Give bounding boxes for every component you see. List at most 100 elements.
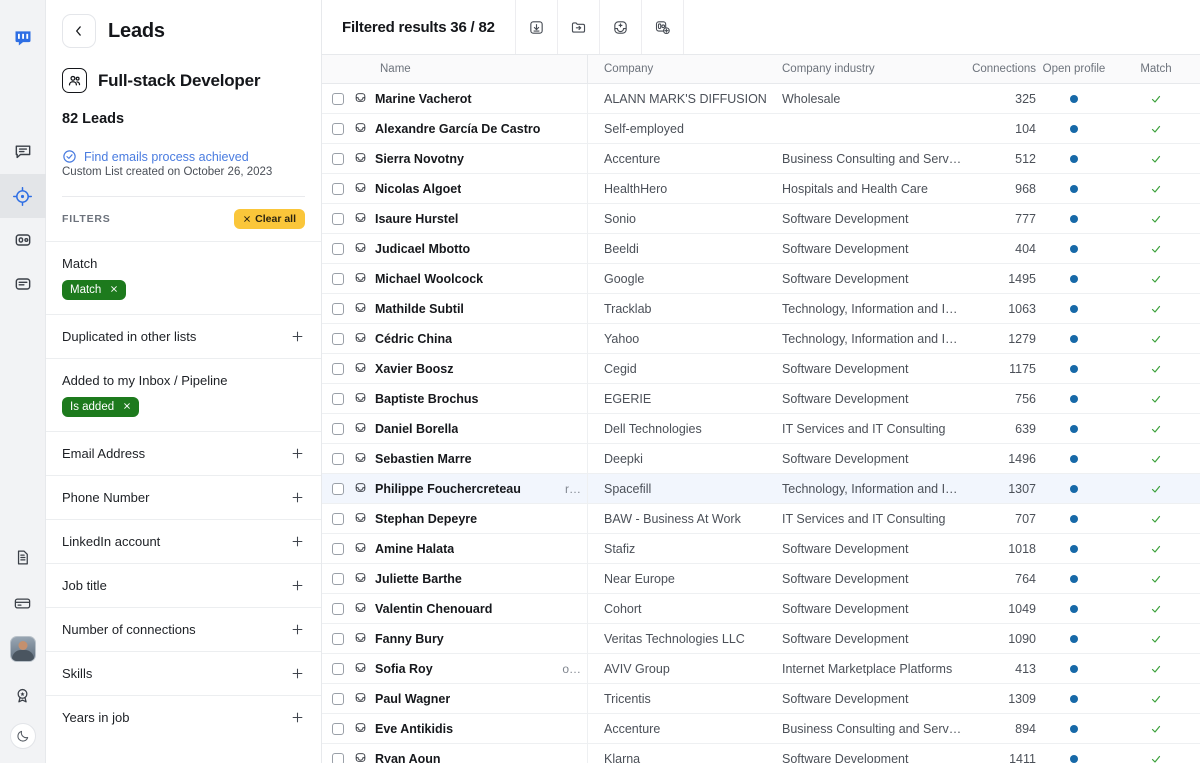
add-to-inbox-button[interactable] (599, 0, 642, 54)
table-row[interactable]: Xavier Boosz Cegid Software Development 117… (322, 353, 1200, 384)
status-row[interactable]: Find emails process achieved (62, 149, 305, 164)
row-checkbox[interactable] (332, 632, 344, 645)
row-checkbox-cell[interactable] (322, 744, 354, 763)
row-checkbox[interactable] (332, 272, 344, 285)
table-row[interactable]: Paul Wagner Tricentis Software Development… (322, 683, 1200, 714)
row-checkbox-cell[interactable] (322, 684, 354, 714)
cell-open-profile[interactable] (1036, 444, 1112, 474)
row-checkbox-cell[interactable] (322, 204, 354, 234)
table-row[interactable]: Alexandre García De Castro Self-employed 1… (322, 113, 1200, 144)
cell-open-profile[interactable] (1036, 204, 1112, 234)
table-row[interactable]: Sierra Novotny Accenture Business Consulti… (322, 143, 1200, 174)
open-profile-dot[interactable] (1070, 454, 1078, 463)
row-checkbox[interactable] (332, 452, 344, 465)
row-checkbox[interactable] (332, 542, 344, 555)
row-inbox-icon[interactable] (354, 511, 367, 527)
table-row[interactable]: Daniel Borella Dell Technologies IT Servic… (322, 413, 1200, 444)
open-profile-dot[interactable] (1070, 244, 1078, 253)
add-filter-icon[interactable] (290, 534, 305, 549)
filter-item[interactable]: Job title (46, 563, 321, 607)
app-logo-icon[interactable] (0, 16, 46, 60)
rail-item-inbox[interactable] (0, 218, 46, 262)
download-button[interactable] (515, 0, 558, 54)
open-profile-dot[interactable] (1070, 664, 1078, 673)
cell-open-profile[interactable] (1036, 264, 1112, 294)
cell-open-profile[interactable] (1036, 84, 1112, 114)
rail-item-messages[interactable] (0, 130, 46, 174)
clear-all-button[interactable]: Clear all (234, 209, 305, 229)
cell-open-profile[interactable] (1036, 684, 1112, 714)
row-checkbox[interactable] (332, 422, 344, 435)
filter-item[interactable]: Duplicated in other lists (46, 314, 321, 358)
row-checkbox-cell[interactable] (322, 624, 354, 654)
cell-open-profile[interactable] (1036, 744, 1112, 763)
row-checkbox[interactable] (332, 92, 344, 105)
cell-open-profile[interactable] (1036, 234, 1112, 264)
cell-name[interactable]: Amine Halata (354, 533, 588, 564)
header-company-industry[interactable]: Company industry (778, 55, 966, 84)
header-open-profile[interactable]: Open profile (1036, 55, 1112, 84)
open-profile-dot[interactable] (1070, 634, 1078, 643)
row-inbox-icon[interactable] (354, 241, 367, 257)
row-checkbox[interactable] (332, 242, 344, 255)
open-profile-dot[interactable] (1070, 424, 1078, 433)
cell-name[interactable]: Baptiste Brochus (354, 383, 588, 414)
row-checkbox-cell[interactable] (322, 474, 354, 504)
row-inbox-icon[interactable] (354, 691, 367, 707)
row-checkbox-cell[interactable] (322, 444, 354, 474)
row-checkbox[interactable] (332, 602, 344, 615)
table-row[interactable]: Eve Antikidis Accenture Business Consultin… (322, 713, 1200, 744)
row-inbox-icon[interactable] (354, 391, 367, 407)
filter-item[interactable]: Phone Number (46, 475, 321, 519)
rail-item-documents[interactable] (0, 535, 46, 579)
cell-name[interactable]: Mathilde Subtil (354, 293, 588, 324)
open-profile-dot[interactable] (1070, 184, 1078, 193)
row-checkbox-cell[interactable] (322, 324, 354, 354)
table-row[interactable]: Sebastien Marre Deepki Software Developmen… (322, 443, 1200, 474)
row-checkbox-cell[interactable] (322, 294, 354, 324)
table-row[interactable]: Judicael Mbotto Beeldi Software Developmen… (322, 233, 1200, 264)
row-checkbox[interactable] (332, 392, 344, 405)
row-checkbox-cell[interactable] (322, 534, 354, 564)
table-row[interactable]: Sofia Roy o… AVIV Group Internet Marketplac… (322, 653, 1200, 684)
filter-chip[interactable]: Is added (62, 397, 140, 417)
row-inbox-icon[interactable] (354, 361, 367, 377)
filter-item[interactable]: Number of connections (46, 607, 321, 651)
row-checkbox-cell[interactable] (322, 714, 354, 744)
add-filter-icon[interactable] (290, 666, 305, 681)
header-connections[interactable]: Connections (966, 55, 1036, 84)
export-to-folder-button[interactable] (557, 0, 600, 54)
filter-item[interactable]: Match Match (46, 241, 321, 314)
header-match[interactable]: Match (1112, 55, 1200, 84)
cell-name[interactable]: Valentin Chenouard (354, 593, 588, 624)
cell-open-profile[interactable] (1036, 354, 1112, 384)
header-company[interactable]: Company (588, 55, 778, 84)
row-checkbox[interactable] (332, 362, 344, 375)
open-profile-dot[interactable] (1070, 604, 1078, 613)
row-checkbox[interactable] (332, 212, 344, 225)
rail-item-notes[interactable] (0, 262, 46, 306)
table-row[interactable]: Juliette Barthe Near Europe Software Devel… (322, 563, 1200, 594)
row-checkbox[interactable] (332, 152, 344, 165)
cell-name[interactable]: Sierra Novotny (354, 143, 588, 174)
row-inbox-icon[interactable] (354, 331, 367, 347)
filter-item[interactable]: Added to my Inbox / Pipeline Is added (46, 358, 321, 431)
cell-name[interactable]: Marine Vacherot (354, 84, 588, 114)
cell-name[interactable]: Judicael Mbotto (354, 233, 588, 264)
cell-name[interactable]: Paul Wagner (354, 683, 588, 714)
cell-open-profile[interactable] (1036, 534, 1112, 564)
row-inbox-icon[interactable] (354, 181, 367, 197)
back-button[interactable] (62, 14, 96, 48)
cell-name[interactable]: Isaure Hurstel (354, 203, 588, 234)
row-checkbox-cell[interactable] (322, 384, 354, 414)
add-filter-icon[interactable] (290, 490, 305, 505)
row-checkbox-cell[interactable] (322, 234, 354, 264)
open-profile-dot[interactable] (1070, 694, 1078, 703)
row-checkbox-cell[interactable] (322, 414, 354, 444)
table-row[interactable]: Nicolas Algoet HealthHero Hospitals and He… (322, 173, 1200, 204)
table-row[interactable]: Baptiste Brochus EGERIE Software Developme… (322, 383, 1200, 414)
cell-name[interactable]: Fanny Bury (354, 623, 588, 654)
open-profile-dot[interactable] (1070, 214, 1078, 223)
row-inbox-icon[interactable] (354, 121, 367, 137)
cell-name[interactable]: Michael Woolcock (354, 263, 588, 294)
